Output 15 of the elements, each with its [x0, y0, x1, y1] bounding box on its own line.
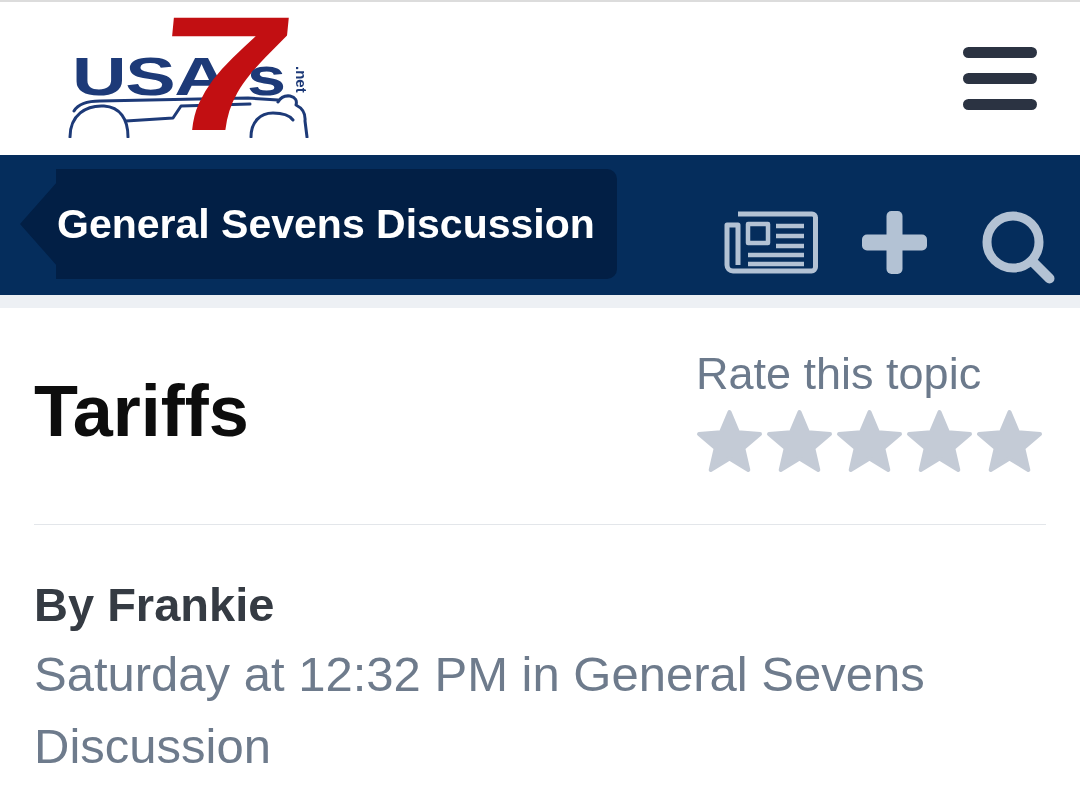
newspaper-icon[interactable]: [724, 211, 818, 274]
star-icon[interactable]: [766, 409, 833, 473]
star-icon[interactable]: [976, 409, 1043, 473]
breadcrumb-link[interactable]: General Sevens Discussion: [20, 169, 617, 279]
star-icon[interactable]: [696, 409, 763, 473]
rating-label: Rate this topic: [696, 348, 982, 400]
search-icon[interactable]: [982, 211, 1055, 284]
post-meta: Saturday at 12:32 PM in General Sevens Discussion: [34, 646, 926, 775]
menu-icon[interactable]: [963, 47, 1037, 110]
star-rating[interactable]: [696, 409, 1043, 473]
star-icon[interactable]: [836, 409, 903, 473]
author-name: By Frankie: [34, 577, 276, 633]
topic-title: Tariffs: [34, 374, 249, 447]
star-icon[interactable]: [906, 409, 973, 473]
plus-icon[interactable]: [862, 211, 927, 274]
